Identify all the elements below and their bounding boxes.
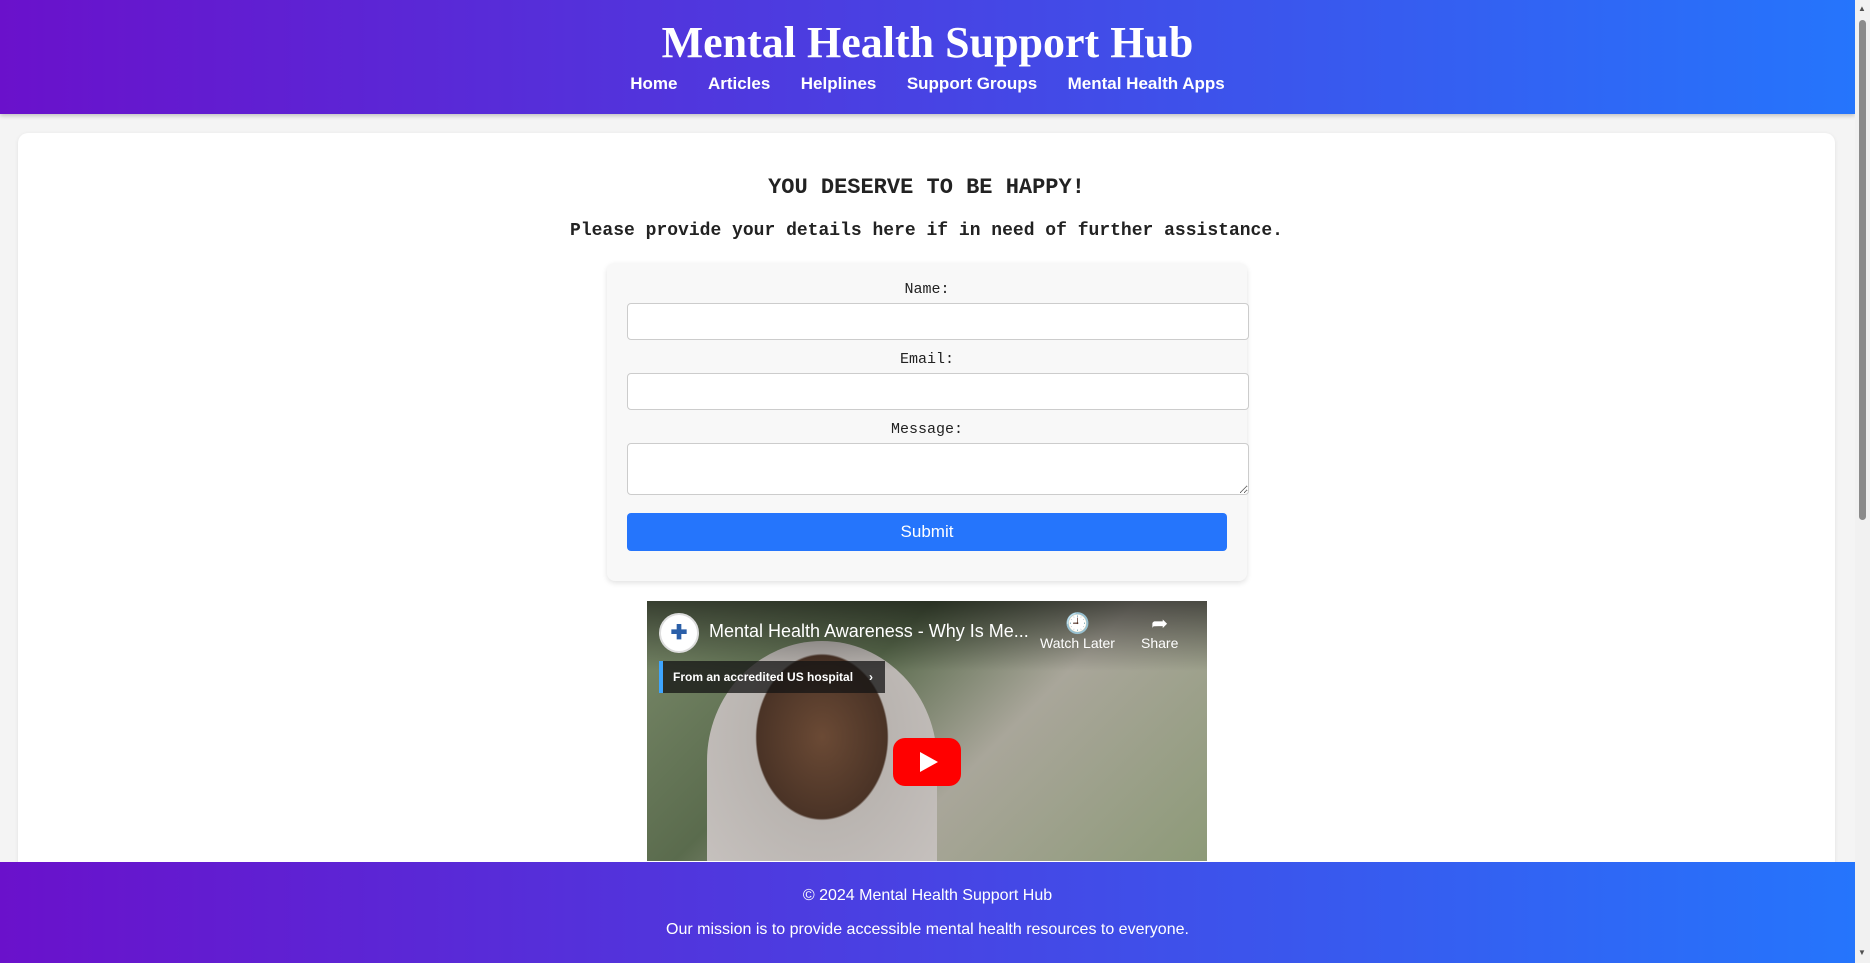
site-title: Mental Health Support Hub: [661, 18, 1194, 67]
embedded-video[interactable]: ✚ Mental Health Awareness - Why Is Me...…: [647, 601, 1207, 861]
page-headline: YOU DESERVE TO BE HAPPY!: [768, 175, 1085, 200]
nav-helplines[interactable]: Helplines: [801, 74, 877, 93]
scroll-up-icon[interactable]: ▲: [1858, 4, 1866, 13]
nav-home[interactable]: Home: [630, 74, 677, 93]
channel-avatar[interactable]: ✚: [659, 613, 699, 653]
nav-support-groups[interactable]: Support Groups: [907, 74, 1037, 93]
page-scrollbar[interactable]: ▲ ▼: [1855, 0, 1870, 963]
email-field[interactable]: [627, 373, 1249, 410]
name-field[interactable]: [627, 303, 1249, 340]
footer-copyright: © 2024 Mental Health Support Hub: [802, 887, 1053, 904]
share-icon: ➦: [1151, 613, 1169, 635]
clock-icon: 🕘: [1065, 613, 1090, 635]
page-subheading: Please provide your details here if in n…: [570, 221, 1283, 241]
hospital-info-chip[interactable]: From an accredited US hospital ›: [659, 661, 886, 693]
footer-mission: Our mission is to provide accessible men…: [666, 921, 1189, 938]
hospital-chip-label: From an accredited US hospital: [673, 670, 854, 684]
main-content: YOU DESERVE TO BE HAPPY! Please provide …: [18, 133, 1835, 963]
share-button[interactable]: ➦ Share: [1141, 613, 1178, 651]
name-label: Name:: [904, 281, 950, 298]
share-label: Share: [1141, 635, 1179, 651]
scrollbar-thumb[interactable]: [1859, 20, 1866, 520]
message-field[interactable]: [627, 443, 1249, 495]
nav-mental-health-apps[interactable]: Mental Health Apps: [1068, 74, 1225, 93]
play-button[interactable]: [893, 738, 961, 786]
watch-later-button[interactable]: 🕘 Watch Later: [1040, 613, 1115, 651]
scroll-down-icon[interactable]: ▼: [1858, 948, 1866, 957]
watch-later-label: Watch Later: [1040, 635, 1115, 651]
nav-articles[interactable]: Articles: [708, 74, 770, 93]
site-footer: © 2024 Mental Health Support Hub Our mis…: [0, 862, 1855, 963]
email-label: Email:: [899, 351, 954, 368]
video-title[interactable]: Mental Health Awareness - Why Is Me...: [709, 621, 1029, 642]
contact-form: Name: Email: Message: Submit: [607, 263, 1249, 581]
chevron-right-icon: ›: [869, 670, 874, 684]
site-header: Mental Health Support Hub Home Articles …: [0, 0, 1855, 114]
main-nav: Home Articles Helplines Support Groups M…: [0, 74, 1855, 94]
message-label: Message:: [890, 421, 963, 438]
submit-button[interactable]: Submit: [627, 513, 1227, 551]
